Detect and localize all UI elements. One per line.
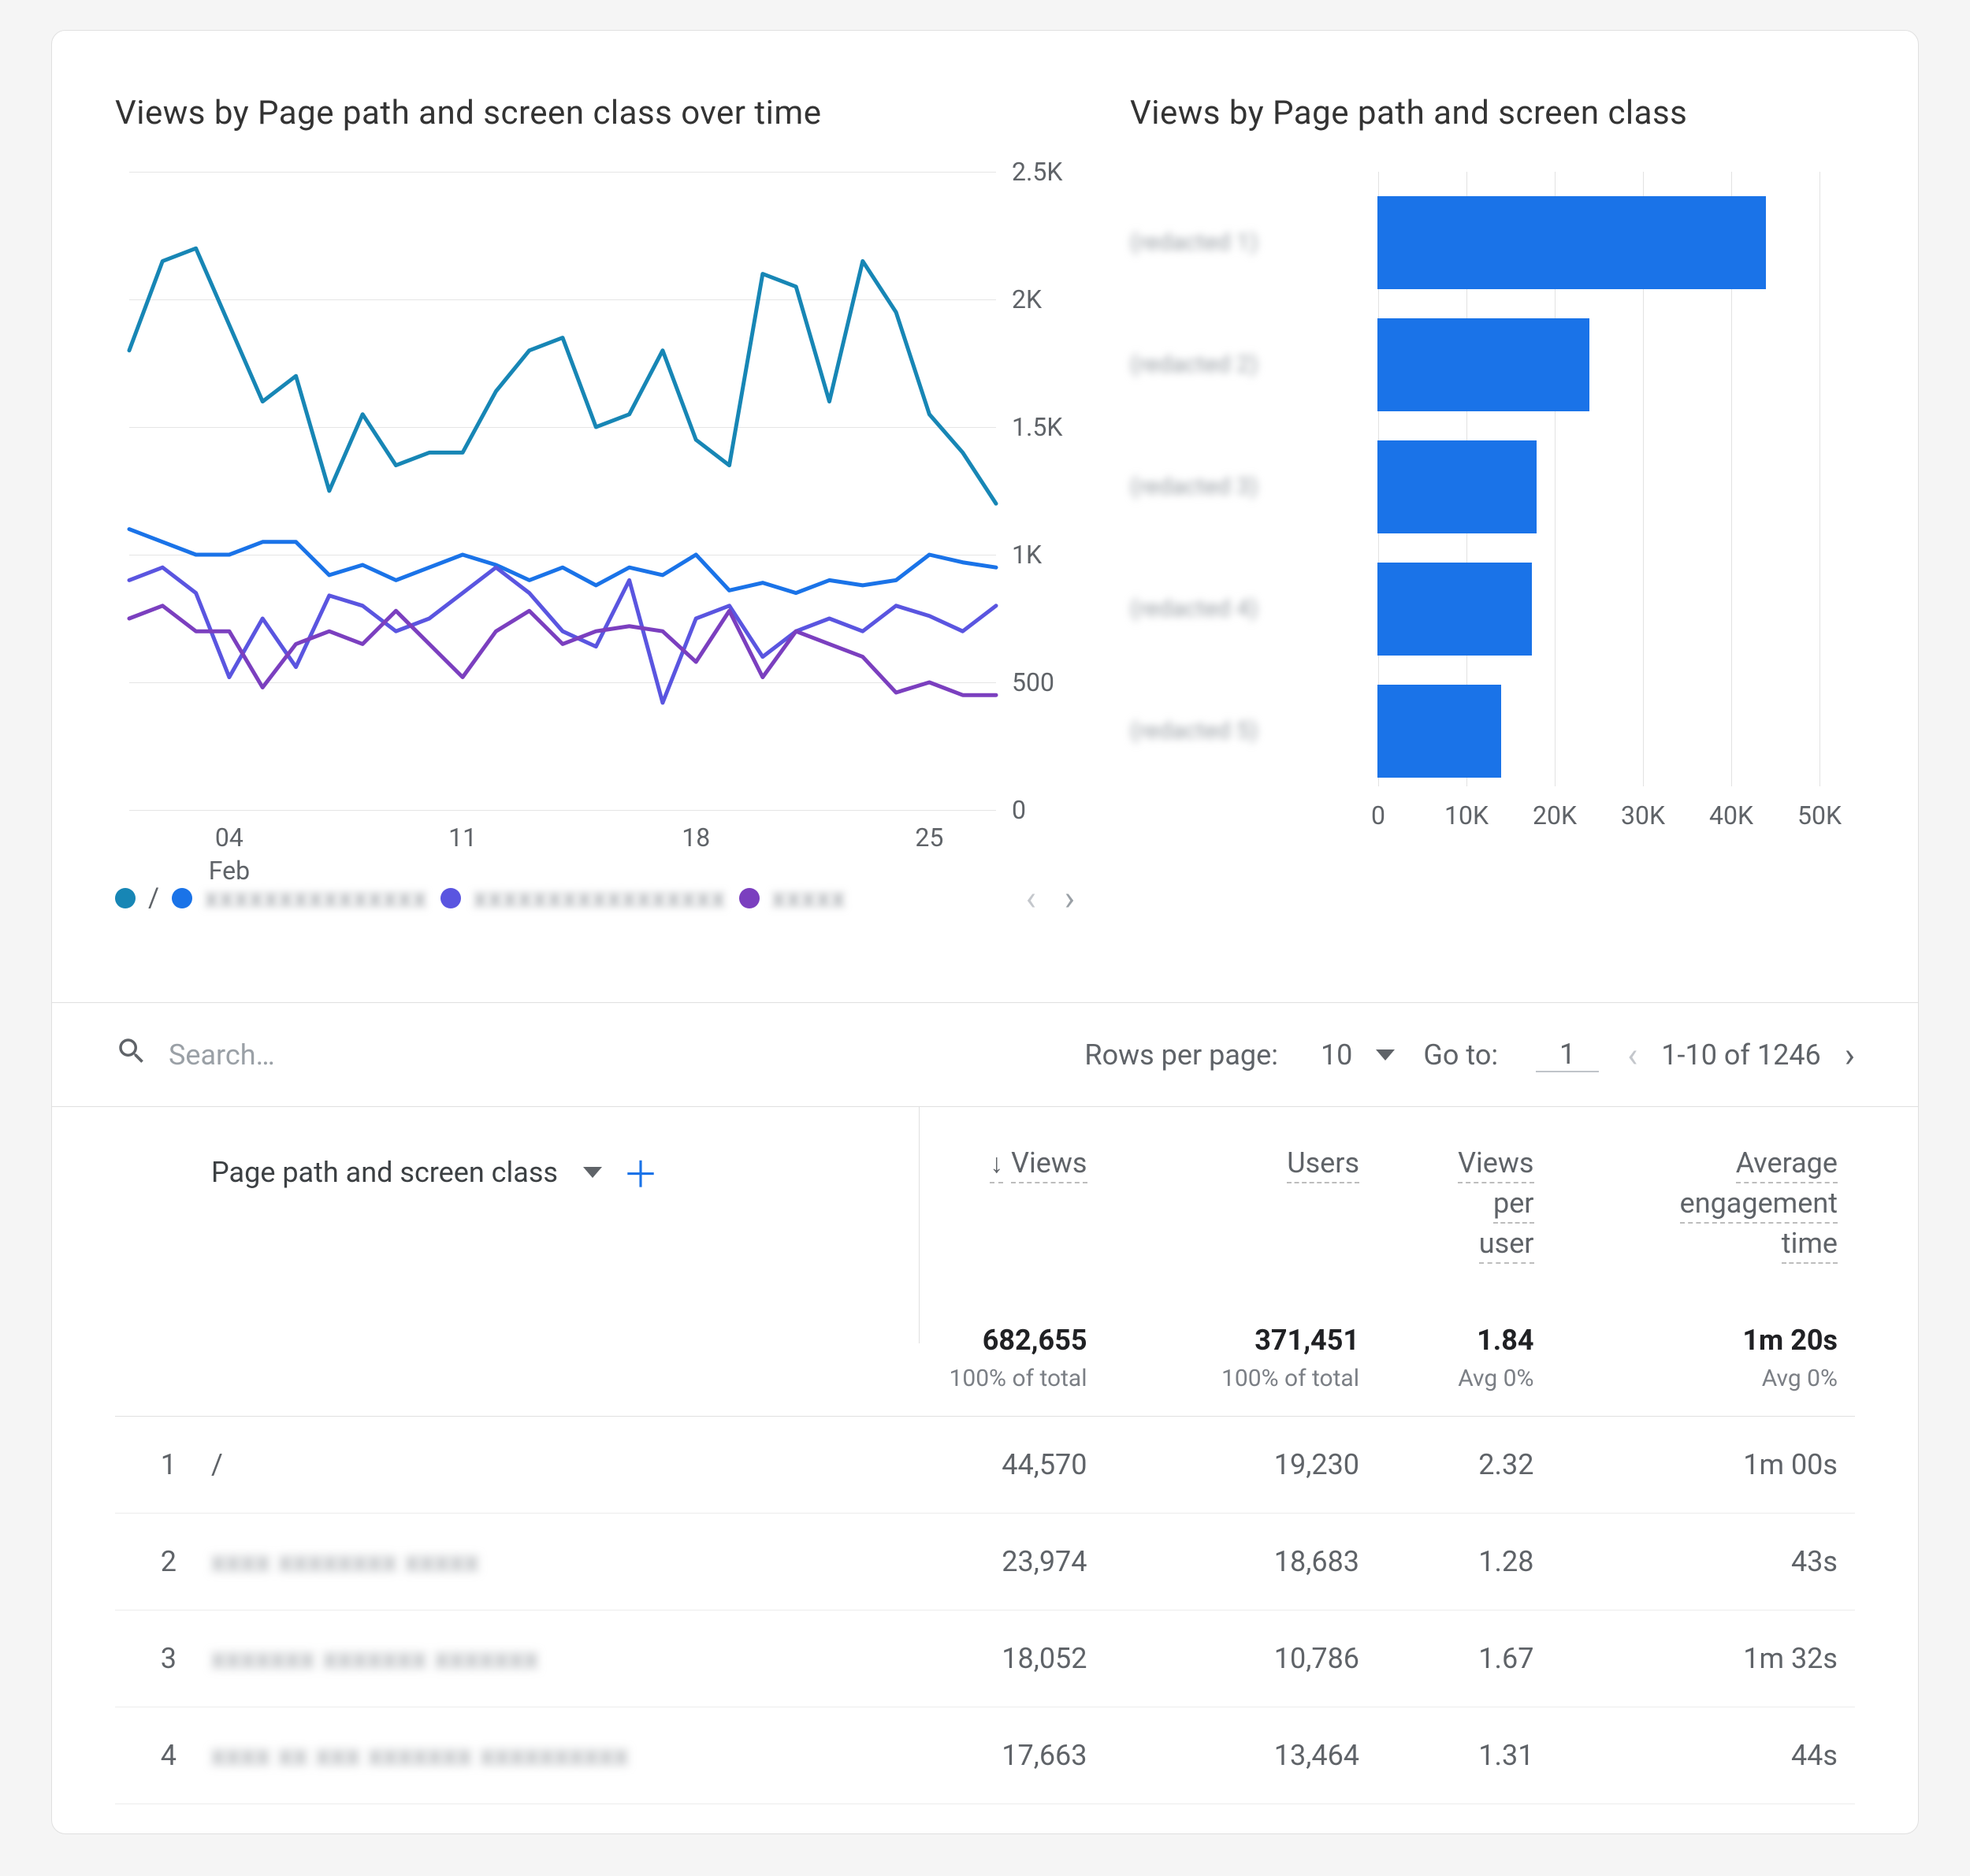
bar <box>1377 440 1537 533</box>
legend-dot <box>440 888 461 908</box>
bar-x-tick: 10K <box>1444 801 1489 830</box>
page-range: 1-10 of 1246 <box>1661 1038 1820 1072</box>
table-row[interactable]: 1/44,57019,2302.321m 00s <box>115 1417 1855 1514</box>
goto-label: Go to: <box>1423 1038 1498 1072</box>
bar-x-tick: 50K <box>1797 801 1842 830</box>
bar-label: (redacted 5) <box>1130 716 1359 746</box>
x-tick: 04Feb <box>209 822 250 887</box>
legend-pager: ‹ › <box>1026 881 1075 916</box>
dimension-caret-icon[interactable] <box>583 1167 602 1178</box>
page-prev-icon[interactable]: ‹ <box>1627 1038 1637 1072</box>
col-avg-engagement[interactable]: Averageengagementtime <box>1552 1107 1856 1284</box>
line-series <box>129 529 996 593</box>
y-tick: 1.5K <box>1012 412 1062 442</box>
bar-label: (redacted 4) <box>1130 594 1359 624</box>
bar <box>1377 685 1501 778</box>
col-users[interactable]: Users <box>1105 1107 1377 1284</box>
col-views-per-user[interactable]: Viewsperuser <box>1377 1107 1551 1284</box>
line-chart: 05001K1.5K2K2.5K04Feb111825 <box>129 172 1075 810</box>
bar-x-tick: 20K <box>1533 801 1577 830</box>
bar <box>1377 318 1589 411</box>
bar-row: (redacted 5) <box>1130 684 1855 778</box>
table-row[interactable]: 2xxxx xxxxxxxx xxxxx23,97418,6831.2843s <box>115 1514 1855 1610</box>
line-chart-panel: Views by Page path and screen class over… <box>115 94 1075 916</box>
table-row[interactable]: 3xxxxxxx xxxxxxx xxxxxxx18,05210,7861.67… <box>115 1610 1855 1707</box>
bar-row: (redacted 4) <box>1130 562 1855 656</box>
caret-down-icon <box>1376 1049 1395 1061</box>
table-toolbar: Rows per page: 10 Go to: ‹ 1-10 of 1246 … <box>115 1003 1855 1106</box>
x-tick: 25 <box>915 822 943 855</box>
bar-x-tick: 40K <box>1709 801 1753 830</box>
x-tick: 18 <box>682 822 710 855</box>
table-row[interactable]: 4xxxx xx xxx xxxxxxx xxxxxxxxxx17,66313,… <box>115 1707 1855 1804</box>
y-tick: 1K <box>1012 540 1042 570</box>
add-dimension-icon[interactable]: ＋ <box>623 1146 659 1198</box>
total-users: 371,451100% of total <box>1105 1284 1377 1417</box>
dimension-label[interactable]: Page path and screen class <box>211 1156 558 1189</box>
total-aet: 1m 20sAvg 0% <box>1552 1284 1856 1417</box>
search-icon <box>115 1035 148 1075</box>
x-tick: 11 <box>448 822 477 855</box>
goto-input[interactable] <box>1536 1038 1599 1072</box>
legend-dot <box>172 888 192 908</box>
y-tick: 0 <box>1012 795 1026 825</box>
sort-desc-icon: ↓ <box>990 1148 1003 1183</box>
total-views: 682,655100% of total <box>832 1284 1105 1417</box>
line-chart-title: Views by Page path and screen class over… <box>115 94 1075 132</box>
legend-label[interactable]: xxxxxxxxxxxxxxxxx <box>474 882 727 914</box>
page-next-icon[interactable]: › <box>1845 1038 1855 1072</box>
bar-row: (redacted 1) <box>1130 195 1855 290</box>
bar <box>1377 196 1766 289</box>
line-chart-legend: /xxxxxxxxxxxxxxxxxxxxxxxxxxxxxxxxxxxxx ‹… <box>115 881 1075 916</box>
y-tick: 500 <box>1012 667 1054 697</box>
line-series <box>129 606 996 695</box>
rows-per-page-label: Rows per page: <box>1084 1038 1278 1072</box>
data-table-wrap: Page path and screen class ＋ ↓Views User… <box>115 1107 1855 1834</box>
bar-x-tick: 0 <box>1371 801 1385 830</box>
legend-label[interactable]: xxxxx <box>772 882 846 914</box>
rows-per-page[interactable]: Rows per page: 10 <box>1084 1038 1395 1072</box>
legend-label[interactable]: / <box>148 882 159 914</box>
bar-chart-panel: Views by Page path and screen class 0 10K… <box>1130 94 1855 916</box>
bar-label: (redacted 1) <box>1130 228 1359 258</box>
bar-label: (redacted 3) <box>1130 472 1359 502</box>
rows-per-page-value: 10 <box>1321 1038 1352 1072</box>
bar-label: (redacted 2) <box>1130 350 1359 380</box>
legend-label[interactable]: xxxxxxxxxxxxxxx <box>205 882 428 914</box>
total-vpu: 1.84Avg 0% <box>1377 1284 1551 1417</box>
analytics-card: Views by Page path and screen class over… <box>51 30 1919 1834</box>
legend-dot <box>739 888 760 908</box>
y-tick: 2.5K <box>1012 157 1062 187</box>
legend-prev-icon[interactable]: ‹ <box>1026 881 1036 916</box>
col-views[interactable]: ↓Views <box>832 1107 1105 1284</box>
table-row[interactable]: 5xxxxx xxxxxx xxxx xxxx14,4389,7331.481m… <box>115 1804 1855 1835</box>
search-input[interactable] <box>169 1038 484 1072</box>
bar-chart-title: Views by Page path and screen class <box>1130 94 1855 132</box>
legend-next-icon[interactable]: › <box>1065 881 1075 916</box>
legend-dot <box>115 888 136 908</box>
data-table: Page path and screen class ＋ ↓Views User… <box>115 1107 1855 1834</box>
y-tick: 2K <box>1012 284 1042 314</box>
bar <box>1377 563 1532 656</box>
bar-chart: 010K20K30K40K50K(redacted 1)(redacted 2)… <box>1130 172 1855 810</box>
bar-row: (redacted 2) <box>1130 318 1855 412</box>
bar-row: (redacted 3) <box>1130 440 1855 534</box>
bar-x-tick: 30K <box>1621 801 1665 830</box>
line-series <box>129 248 996 503</box>
